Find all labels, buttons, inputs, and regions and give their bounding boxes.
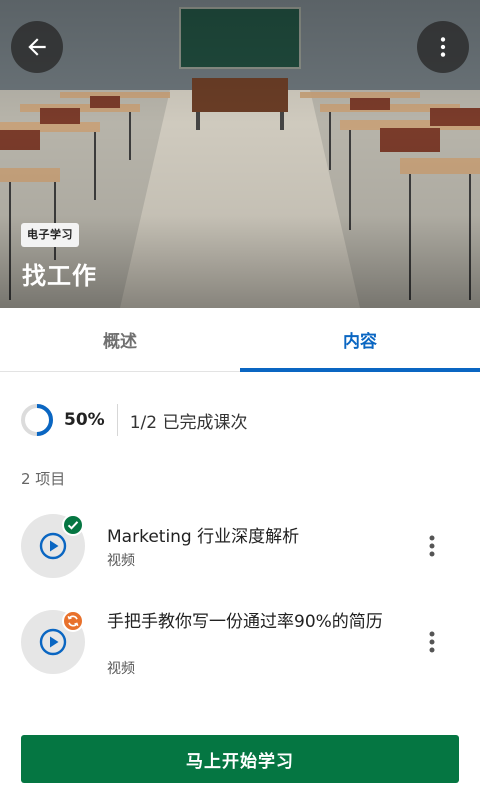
back-button[interactable] (11, 21, 63, 73)
checkmark-icon (67, 521, 79, 530)
play-circle-icon (39, 532, 67, 560)
video-thumbnail (21, 514, 85, 578)
sync-icon (67, 615, 79, 627)
content-type-badge: 电子学习 (21, 223, 79, 247)
progress-completed-text: 1/2 已完成课次 (129, 412, 248, 433)
list-item[interactable]: Marketing 行业深度解析 视频 (0, 511, 480, 591)
more-options-button[interactable] (417, 21, 469, 73)
item-type: 视频 (107, 661, 135, 677)
arrow-left-icon (28, 38, 46, 56)
tab-overview[interactable]: 概述 (0, 308, 240, 371)
progress-percent: 50% (64, 410, 105, 430)
more-vertical-icon (440, 37, 446, 57)
item-more-button[interactable] (420, 526, 444, 566)
tab-bar: 概述 内容 (0, 308, 480, 372)
more-vertical-icon (429, 535, 435, 557)
progress-ring (21, 404, 53, 436)
in-progress-status (62, 610, 84, 632)
play-circle-icon (39, 628, 67, 656)
item-title: 手把手教你写一份通过率90%的简历 (107, 612, 383, 632)
item-title: Marketing 行业深度解析 (107, 527, 300, 547)
progress-divider (116, 404, 118, 436)
start-learning-button[interactable]: 马上开始学习 (21, 735, 459, 783)
item-type: 视频 (107, 553, 135, 569)
progress-summary: 50% 1/2 已完成课次 (20, 402, 247, 438)
course-title: 找工作 (22, 262, 97, 290)
video-thumbnail (21, 610, 85, 674)
items-count: 2 项目 (21, 470, 66, 488)
tab-content[interactable]: 内容 (240, 308, 480, 372)
hero-banner: 电子学习 找工作 (0, 0, 480, 308)
list-item[interactable]: 手把手教你写一份通过率90%的简历 视频 (0, 606, 480, 696)
item-more-button[interactable] (420, 622, 444, 662)
more-vertical-icon (429, 631, 435, 653)
completed-status (62, 514, 84, 536)
